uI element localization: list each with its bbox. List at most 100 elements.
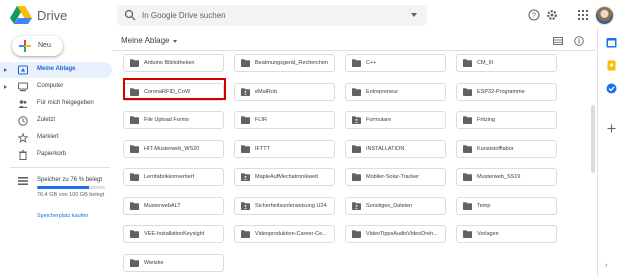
folder-item[interactable]: FLIR (234, 111, 335, 129)
shared-folder-icon (352, 116, 361, 124)
folder-item[interactable]: Lernfabrikkonvertiert (123, 168, 224, 186)
drive-logo-icon[interactable] (10, 5, 32, 25)
folder-icon (463, 59, 472, 67)
folder-name: MusterwebALT (144, 202, 181, 209)
chevron-down-icon[interactable] (173, 40, 177, 43)
folder-item[interactable]: C++ (345, 54, 446, 72)
storage-usage-text: 76,4 GB von 100 GB belegt (37, 192, 105, 198)
svg-text:?: ? (532, 13, 536, 20)
nav-item-my-drive[interactable]: Meine Ablage (0, 62, 112, 78)
folder-icon (463, 173, 472, 181)
folder-item[interactable]: MapleAufMechatronikwelt (234, 168, 335, 186)
nav-label: Zuletzt (37, 117, 56, 123)
folder-name: MapleAufMechatronikwelt (255, 174, 318, 180)
storage-label[interactable]: Speicher zu 76 % belegt (37, 177, 102, 183)
folder-name: Sicherheitsunterweisung U24 (255, 202, 327, 209)
scrollbar[interactable] (591, 105, 595, 173)
folder-icon (352, 144, 361, 153)
folder-item[interactable]: Sonstiges_Dateien (345, 196, 446, 215)
folder-item[interactable]: ESP32-Programme (456, 82, 557, 101)
folder-item[interactable]: Temp (456, 196, 557, 215)
expand-arrow-icon[interactable] (4, 68, 7, 72)
folder-item[interactable]: eMalRob (234, 82, 335, 101)
tasks-icon[interactable] (606, 83, 617, 94)
storage-progress-fill (37, 186, 89, 189)
app-title[interactable]: Drive (37, 8, 67, 23)
shared-icon (18, 100, 28, 108)
list-view-icon[interactable] (553, 36, 563, 46)
avatar[interactable] (595, 6, 614, 25)
folder-name: Formulare (366, 117, 392, 123)
folder-name: ESP32-Programme (477, 88, 525, 95)
folder-name: IFTTT (255, 145, 270, 152)
nav-item-trash[interactable]: Papierkorb (0, 147, 112, 163)
new-button[interactable]: Neu (12, 36, 63, 56)
calendar-icon[interactable] (606, 37, 617, 48)
shared-folder-icon (352, 201, 361, 210)
search-bar[interactable] (117, 5, 427, 26)
side-panel (597, 27, 627, 277)
help-icon[interactable]: ? (528, 9, 540, 21)
folder-item[interactable]: Sicherheitsunterweisung U24 (234, 196, 335, 215)
nav-label: Für mich freigegeben (37, 100, 94, 106)
folder-item[interactable]: MusterwebALT (123, 196, 224, 215)
clock-icon (18, 116, 28, 126)
folder-item[interactable]: CM_III (456, 54, 557, 72)
folder-icon (241, 116, 250, 124)
search-icon[interactable] (124, 9, 136, 21)
chevron-right-icon[interactable]: › (605, 262, 607, 269)
folder-item[interactable]: File Upload Forms (123, 111, 224, 129)
folder-item[interactable]: Arduino Bibliotheken (123, 54, 224, 72)
nav-item-computer[interactable]: Computer (0, 79, 112, 95)
folder-item[interactable]: HIT-Musterweb_WS20 (123, 139, 224, 158)
folder-item[interactable]: VEE-InstallationKeysight (123, 225, 224, 243)
nav-item-starred[interactable]: Markiert (0, 130, 112, 146)
add-addon-icon[interactable] (606, 123, 617, 134)
shared-folder-icon (241, 201, 250, 210)
folder-icon (352, 59, 361, 67)
folder-name: Wietzke (144, 259, 164, 266)
folder-item[interactable]: Mobiler-Solar-Tracker (345, 168, 446, 186)
header-divider (112, 50, 595, 51)
folder-icon (352, 173, 361, 181)
nav-divider (10, 167, 110, 168)
settings-icon[interactable] (546, 9, 558, 21)
folder-item[interactable]: Entrepreneur (345, 82, 446, 101)
folder-item[interactable]: Videoproduktion-Career-Ce... (234, 225, 335, 243)
new-button-label: Neu (38, 42, 51, 49)
search-options-icon[interactable] (411, 13, 417, 17)
nav-label: Markiert (37, 134, 59, 140)
folder-name: Arduino Bibliotheken (144, 60, 195, 66)
expand-arrow-icon[interactable] (4, 85, 7, 89)
folder-icon (463, 116, 472, 124)
folder-icon (463, 201, 472, 210)
search-input[interactable] (142, 5, 402, 26)
folder-name: Videoproduktion-Career-Ce... (255, 231, 327, 237)
folder-name: VEE-InstallationKeysight (144, 231, 205, 237)
apps-grid-icon[interactable] (577, 9, 589, 21)
folder-name: VideoTippsAudioVideoDreh... (366, 231, 438, 237)
folder-item[interactable]: Wietzke (123, 253, 224, 272)
folder-icon (130, 258, 139, 267)
folder-item[interactable]: INSTALLATION (345, 139, 446, 158)
nav-item-shared[interactable]: Für mich freigegeben (0, 96, 112, 112)
folder-item[interactable]: VideoTippsAudioVideoDreh... (345, 225, 446, 243)
folder-item[interactable]: Formulare (345, 111, 446, 129)
keep-icon[interactable] (606, 60, 617, 71)
folder-icon (352, 87, 361, 96)
folder-item[interactable]: Kunststofflabor (456, 139, 557, 158)
info-icon[interactable] (574, 36, 584, 46)
folder-item[interactable]: Musterweb_SS19 (456, 168, 557, 186)
my-drive-icon (18, 65, 28, 75)
folder-icon (130, 144, 139, 153)
folder-item[interactable]: Fritzing (456, 111, 557, 129)
folder-icon (463, 144, 472, 153)
folder-item[interactable]: Vorlagen (456, 225, 557, 243)
buy-storage-link[interactable]: Speicherplatz kaufen (37, 213, 88, 219)
folder-item[interactable]: Beatmungsgerät_Recherchen (234, 54, 335, 72)
folder-item[interactable]: IFTTT (234, 139, 335, 158)
folder-icon (463, 230, 472, 238)
folder-name: eMalRob (255, 88, 278, 95)
breadcrumb[interactable]: Meine Ablage (121, 36, 169, 45)
nav-item-recent[interactable]: Zuletzt (0, 113, 112, 129)
